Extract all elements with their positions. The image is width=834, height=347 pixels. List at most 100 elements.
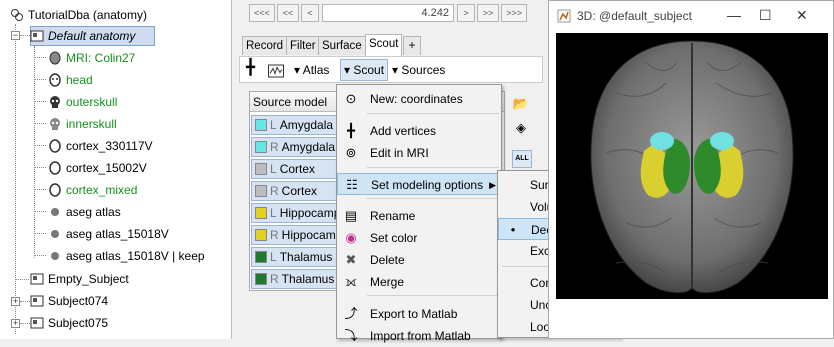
- protocol-icon: [11, 9, 23, 21]
- tab-add[interactable]: +: [403, 36, 421, 55]
- menu-item-delete[interactable]: ✖ Delete: [337, 249, 501, 271]
- menu-separator: [367, 295, 499, 296]
- scout-side-label: L: [270, 206, 277, 220]
- scout-side-label: L: [270, 250, 277, 264]
- expand-toggle[interactable]: +: [11, 297, 20, 306]
- scout-row[interactable]: RHippocampus: [251, 225, 343, 245]
- atlas-dropdown[interactable]: ▾ Atlas: [294, 62, 329, 78]
- menu-separator: [367, 113, 499, 114]
- scout-color-swatch: [255, 141, 267, 153]
- menu-separator: [367, 167, 499, 168]
- tab-surface[interactable]: Surface: [318, 36, 366, 55]
- maximize-icon[interactable]: ☐: [759, 7, 772, 24]
- matlab-import-icon: ⤵: [344, 328, 358, 343]
- scout-color-swatch: [255, 185, 267, 197]
- folder-open-icon[interactable]: 📂: [510, 93, 532, 115]
- amygdala-left: [650, 132, 674, 150]
- menu-item-set-color[interactable]: ◉ Set color: [337, 227, 501, 249]
- scout-name: Amygdala: [281, 140, 336, 154]
- amygdala-right: [710, 132, 734, 150]
- scout-row[interactable]: LHippocampus: [251, 203, 343, 223]
- scout-row[interactable]: R Amygdala: [251, 137, 343, 157]
- nav-last-button[interactable]: >>>: [501, 4, 527, 22]
- show-all-button[interactable]: ALL: [512, 150, 532, 168]
- scout-side-label: L: [270, 162, 277, 176]
- crosshair-tool-icon[interactable]: ╋: [246, 60, 255, 76]
- scout-row[interactable]: R Thalamus: [251, 269, 343, 289]
- menu-item-edit-in-mri[interactable]: ⊚ Edit in MRI: [337, 142, 501, 164]
- nav-next-page-button[interactable]: >>: [477, 4, 499, 22]
- nav-prev-button[interactable]: <: [301, 4, 319, 22]
- menu-item-label: Set modeling options: [371, 178, 484, 192]
- tab-scout[interactable]: Scout: [365, 34, 403, 56]
- figure-app-icon: [557, 9, 571, 23]
- rename-icon: ▤: [344, 208, 358, 223]
- radio-selected-icon: ●: [510, 225, 516, 234]
- menu-item-label: Merge: [370, 275, 405, 289]
- scout-toolbar: ╋ ▾ Atlas ▾ Scout ▾ Sources: [239, 56, 543, 83]
- subject-icon: [30, 273, 44, 285]
- scout-color-swatch: [255, 119, 267, 131]
- menu-item-label: Import from Matlab: [370, 329, 471, 343]
- menu-item-label: Set color: [370, 231, 418, 245]
- scout-row[interactable]: L Cortex: [251, 159, 343, 179]
- minimize-icon[interactable]: —: [727, 7, 741, 23]
- scout-name: Cortex: [279, 162, 316, 176]
- scout-name: Hippocampus: [279, 206, 342, 220]
- cortex-icon: [49, 139, 61, 153]
- scout-side-label: L: [270, 118, 277, 132]
- menu-item-label: Rename: [370, 209, 416, 223]
- scout-color-swatch: [255, 251, 267, 263]
- menu-item-import-from-matlab[interactable]: ⤵ Import from Matlab: [337, 325, 501, 347]
- scout-name: Hippocampus: [281, 228, 342, 242]
- skull-icon: [50, 96, 60, 108]
- close-icon[interactable]: ✕: [796, 7, 808, 24]
- subject-icon: [30, 295, 44, 307]
- nav-first-button[interactable]: <<<: [249, 4, 275, 22]
- collapse-toggle[interactable]: −: [11, 31, 20, 40]
- scout-color-swatch: [255, 207, 267, 219]
- scout-context-menu: ⊙ New: coordinates ╋ Add vertices ⊚ Edit in M…: [336, 84, 502, 343]
- scout-row[interactable]: R Cortex: [251, 181, 343, 201]
- database-tree: − + + TutorialDba (anatomy) Default anat…: [0, 0, 232, 339]
- menu-item-set-modeling-options[interactable]: ☷ Set modeling options ▶: [337, 173, 501, 195]
- scout-side-label: R: [270, 272, 279, 286]
- expand-toggle[interactable]: +: [11, 319, 20, 328]
- sources-dropdown[interactable]: ▾ Sources: [392, 62, 445, 78]
- skull-icon: [50, 118, 60, 130]
- eraser-icon[interactable]: ◈: [510, 117, 532, 139]
- scout-row[interactable]: L Thalamus: [251, 247, 343, 267]
- subject-icon: [30, 30, 44, 42]
- options-list-icon: ☷: [346, 177, 358, 192]
- menu-item-add-vertices[interactable]: ╋ Add vertices: [337, 120, 501, 142]
- crosshair-target-icon: ⊙: [345, 91, 357, 106]
- scout-color-swatch: [255, 229, 267, 241]
- color-wheel-icon: ◉: [345, 230, 357, 245]
- scout-color-swatch: [255, 163, 267, 175]
- menu-item-label: Delete: [370, 253, 405, 267]
- cortex-icon: [49, 183, 61, 197]
- menu-item-label: Add vertices: [370, 124, 437, 138]
- nav-next-button[interactable]: >: [457, 4, 475, 22]
- target-edit-icon: ⊚: [345, 145, 357, 160]
- tab-record[interactable]: Record: [242, 36, 288, 55]
- scout-dropdown[interactable]: ▾ Scout: [340, 59, 389, 81]
- menu-item-new-coordinates[interactable]: ⊙ New: coordinates: [337, 88, 501, 110]
- scout-row[interactable]: L Amygdala: [251, 115, 343, 135]
- menu-item-merge[interactable]: ⟗ Merge: [337, 271, 501, 293]
- time-value-field[interactable]: 4.242: [322, 4, 454, 22]
- timeseries-icon[interactable]: [268, 63, 284, 79]
- menu-item-label: New: coordinates: [370, 92, 463, 106]
- scout-side-label: R: [270, 228, 279, 242]
- menu-item-export-to-matlab[interactable]: ⤴ Export to Matlab: [337, 303, 501, 325]
- scout-name: Cortex: [281, 184, 318, 198]
- atlas-dot-icon: [51, 230, 59, 238]
- head-surface-icon: [49, 73, 61, 87]
- tab-filter[interactable]: Filter: [286, 36, 320, 55]
- menu-item-rename[interactable]: ▤ Rename: [337, 205, 501, 227]
- nav-prev-page-button[interactable]: <<: [277, 4, 299, 22]
- brain-3d-view[interactable]: [556, 33, 828, 299]
- atlas-dot-icon: [51, 208, 59, 216]
- scout-color-swatch: [255, 273, 267, 285]
- menu-separator: [367, 198, 499, 199]
